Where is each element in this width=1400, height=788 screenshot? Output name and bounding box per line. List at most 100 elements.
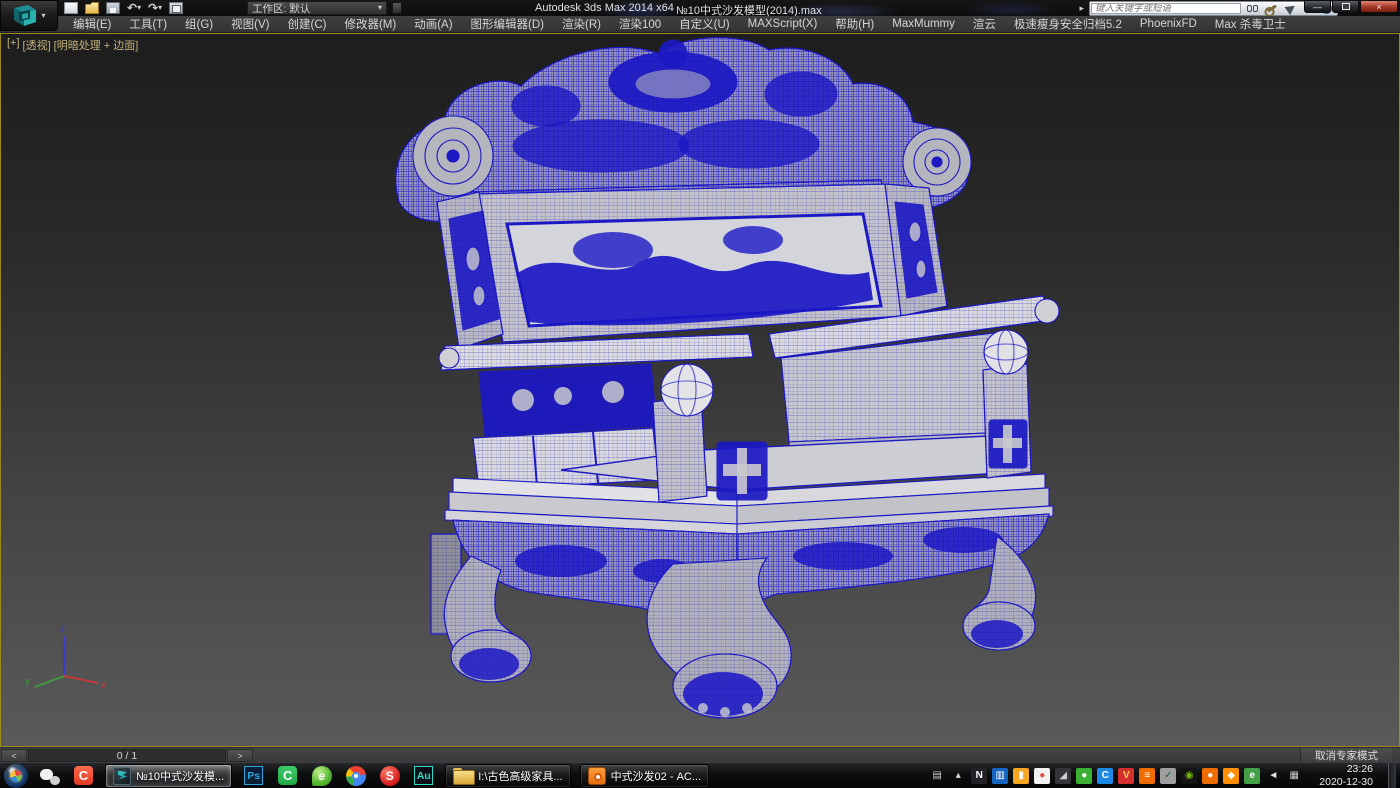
infocenter-toggle-icon[interactable]: ▸ [1079,3,1084,14]
menu-item[interactable]: 视图(V) [222,16,278,32]
taskbar-clock[interactable]: 23:26 2020-12-30 [1319,763,1373,787]
driver-tray-icon[interactable]: C [1097,768,1113,784]
viewport-menu-label[interactable]: [+] [7,37,20,53]
frame-counter-field[interactable]: 0 / 1 [28,749,226,762]
network-tray-icon[interactable]: ▦ [1286,768,1302,784]
menu-item[interactable]: Max 杀毒卫士 [1206,16,1295,32]
menu-item[interactable]: 工具(T) [120,16,176,32]
usb-eject-tray-icon[interactable]: ✓ [1160,768,1176,784]
taskbar-window-label: 中式沙发02 - AC... [611,768,701,784]
close-button[interactable]: × [1360,0,1398,13]
menu-item[interactable]: 图形编辑器(D) [462,16,553,32]
menu-item[interactable]: 创建(C) [278,16,335,32]
exchange-apps-icon[interactable] [1283,2,1298,14]
menu-item[interactable]: 极速瘦身安全归档5.2 [1005,16,1131,32]
taskbar-camtasia-red-icon[interactable]: C [71,763,96,788]
app-button-3dsmax-logo[interactable]: ▾ [0,0,58,31]
previous-frame-button[interactable]: < [1,749,27,762]
menu-item[interactable]: 渲染(R) [553,16,610,32]
search-input[interactable] [1091,3,1241,14]
wechat-tray-icon[interactable]: ● [1076,768,1092,784]
sign-in-key-icon[interactable] [1264,2,1279,14]
menu-item[interactable]: PhoenixFD [1131,16,1206,32]
axis-y-label: y [25,676,30,687]
menu-item[interactable]: 组(G) [176,16,222,32]
menu-item[interactable]: 帮助(H) [826,16,883,32]
speaker-tray-icon[interactable]: ◄ [1265,768,1281,784]
redo-icon[interactable]: ↷▾ [148,1,162,15]
taskbar-window-folder[interactable]: I:\古色高级家具... [445,764,570,788]
eset-tray-icon[interactable]: e [1244,768,1260,784]
start-button[interactable] [4,764,28,788]
hidden-icons-arrow[interactable]: ▴ [950,768,966,784]
open-file-icon[interactable] [85,2,99,14]
taskbar-wechat-icon[interactable] [37,763,62,788]
windows-flag-icon [9,768,24,783]
model-chair-wireframe[interactable]: z x y [1,34,1400,748]
search-icon[interactable] [1245,2,1260,14]
menu-item[interactable]: 编辑(E) [64,16,120,32]
axis-x-label: x [101,680,106,691]
clock-time: 23:26 [1319,763,1373,775]
taskbar-camtasia-green-icon[interactable]: C [275,763,300,788]
viewport-pov-label[interactable]: [透视] [23,37,51,53]
menu-item[interactable]: 动画(A) [405,16,461,32]
taskbar-audition-icon[interactable]: Au [411,763,436,788]
window-controls: — × [1304,0,1398,13]
orange-list-tray-icon[interactable]: ≡ [1139,768,1155,784]
app-title: Autodesk 3ds Max 2014 x64 [535,2,674,14]
desktop-screen: ↶▾ ↷▾ 工作区: 默认 ▾ Autodesk 3ds Max 2014 x6… [0,0,1400,788]
new-scene-icon[interactable] [64,2,78,14]
undo-icon[interactable]: ↶▾ [127,1,141,15]
infocenter: ▸ ★ ?▾ [1079,0,1338,16]
menu-item[interactable]: MaxMummy [883,16,964,32]
project-folder-icon[interactable] [169,2,183,14]
taskbar-window-label: №10中式沙发模... [136,768,224,784]
input-keyboard-tray-icon[interactable]: ▤ [929,768,945,784]
3dsmax-logo-icon [12,4,38,28]
folder-icon [453,768,473,783]
taskbar-window-3dsmax[interactable]: №10中式沙发模... [105,764,232,788]
menu-item[interactable]: MAXScript(X) [739,16,827,32]
white-app-tray-icon[interactable]: ● [1034,768,1050,784]
status-bar: < 0 / 1 > 取消专家模式 [0,747,1400,762]
menu-item[interactable]: 渲云 [964,16,1005,32]
tool-tray-icon[interactable]: ◢ [1055,768,1071,784]
axis-z-label: z [60,624,65,635]
blue-app-tray-icon[interactable]: ▥ [992,768,1008,784]
clipper-tray-icon[interactable]: N [971,768,987,784]
save-file-icon[interactable] [106,2,120,14]
viewport-shading-label[interactable]: [明暗处理 + 边面] [54,37,139,53]
next-frame-button[interactable]: > [227,749,253,762]
acdsee-icon [588,767,606,785]
red-vip-tray-icon[interactable]: V [1118,768,1134,784]
cancel-expert-mode-button[interactable]: 取消专家模式 [1300,748,1392,763]
minimize-button[interactable]: — [1304,0,1331,13]
titlebar: ↶▾ ↷▾ 工作区: 默认 ▾ Autodesk 3ds Max 2014 x6… [0,0,1400,16]
nvidia-tray-icon[interactable]: ◉ [1181,768,1197,784]
quick-access-toolbar: ↶▾ ↷▾ [64,0,183,16]
acdsee-tray-icon[interactable]: ● [1202,768,1218,784]
chevron-down-icon: ▾ [378,4,382,12]
clock-date: 2020-12-30 [1319,776,1373,788]
workspace-pin-icon[interactable] [392,2,402,14]
viewport-label: [+] [透视] [明暗处理 + 边面] [7,37,138,53]
taskbar-chrome-icon[interactable] [343,763,368,788]
chevron-down-icon: ▾ [41,12,45,20]
usb-drive-tray-icon[interactable]: ▮ [1013,768,1029,784]
menu-item[interactable]: 自定义(U) [670,16,738,32]
workspace-label: 工作区: 默认 [252,1,374,16]
restore-button[interactable] [1332,0,1359,13]
taskbar-window-acdsee[interactable]: 中式沙发02 - AC... [580,764,709,788]
system-tray: ▤ ▴ N ▥ ▮ ● ◢ ● CV ≡ ✓ ◉ ● ◆ e ◄ ▦ [929,768,1302,784]
taskbar-photoshop-icon[interactable]: Ps [241,763,266,788]
taskbar-green-browser-icon[interactable]: e [309,763,334,788]
taskbar-red-s-icon[interactable]: S [377,763,402,788]
workspace-selector[interactable]: 工作区: 默认 ▾ [247,1,387,15]
menubar: 编辑(E)工具(T)组(G)视图(V)创建(C)修改器(M)动画(A)图形编辑器… [0,16,1400,33]
menu-item[interactable]: 渲染100 [610,16,670,32]
perspective-viewport[interactable]: [+] [透视] [明暗处理 + 边面] [0,33,1400,747]
shield-tray-icon[interactable]: ◆ [1223,768,1239,784]
menu-item[interactable]: 修改器(M) [335,16,405,32]
show-desktop-button[interactable] [1388,763,1396,788]
